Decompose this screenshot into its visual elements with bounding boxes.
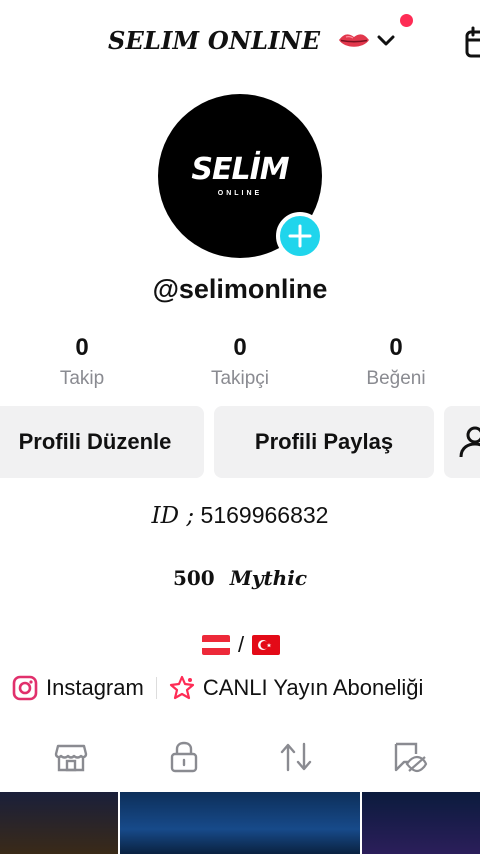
flag-separator: / [238, 632, 245, 657]
lock-icon[interactable] [168, 740, 200, 774]
instagram-link-label: Instagram [46, 675, 144, 700]
plus-icon [288, 224, 312, 248]
bio-id-line: ID ; 5169966832 [0, 502, 480, 529]
edit-profile-button[interactable]: Profili Düzenle [0, 406, 204, 478]
video-thumbnail[interactable] [0, 792, 118, 854]
stat-followers-value: 0 [233, 334, 247, 361]
stat-following-label: Takip [59, 368, 105, 389]
share-profile-label: Profili Paylaş [254, 429, 394, 454]
lips-emoji-icon [339, 34, 369, 47]
profile-handle: @selimonline [152, 274, 328, 304]
austria-flag-icon [202, 635, 230, 655]
stat-likes-label: Beğeni [366, 368, 426, 389]
link-divider [155, 677, 157, 699]
turkey-flag-icon [252, 635, 281, 655]
notification-dot [400, 14, 413, 27]
stat-followers[interactable]: 0 Takipçi [170, 334, 310, 390]
video-grid [0, 792, 480, 854]
avatar-logo-subtext: ONLINE [217, 190, 263, 197]
share-profile-button[interactable]: Profili Paylaş [214, 406, 434, 478]
avatar-logo-text: SELİM [191, 152, 289, 187]
stat-following[interactable]: 0 Takip [12, 334, 152, 390]
video-thumbnail[interactable] [362, 792, 480, 854]
stat-likes-value: 0 [389, 334, 403, 361]
video-thumbnail[interactable] [120, 792, 360, 854]
top-bar: SELIM ONLINE [0, 0, 480, 80]
instagram-icon [12, 675, 38, 701]
bio-mythic-number: 500 [172, 566, 215, 590]
profile-links: Instagram CANLI Yayın Aboneliği [12, 672, 423, 704]
stat-likes[interactable]: 0 Beğeni [326, 334, 466, 390]
add-friend-icon [459, 426, 480, 458]
liked-hidden-icon[interactable] [392, 740, 428, 774]
bio-mythic-line: 500 Mythic [0, 566, 480, 590]
bio-mythic-word: Mythic [229, 566, 308, 590]
edit-profile-label: Profili Düzenle [18, 429, 172, 454]
account-name[interactable]: SELIM ONLINE [108, 26, 320, 55]
stat-following-value: 0 [75, 334, 89, 361]
calendar-add-icon[interactable] [462, 26, 480, 60]
live-subscription-link[interactable]: CANLI Yayın Aboneliği [169, 675, 424, 701]
bio-flags: / [202, 632, 281, 658]
bio-id-value: 5169966832 [200, 502, 329, 528]
chevron-down-icon[interactable] [376, 34, 396, 48]
live-subscription-icon [169, 675, 194, 700]
shop-icon[interactable] [54, 740, 88, 774]
add-story-button[interactable] [276, 212, 324, 260]
profile-tabs [0, 730, 480, 786]
bio-id-label: ID ; [151, 503, 195, 529]
add-friend-button[interactable] [444, 406, 480, 478]
repost-icon[interactable] [278, 740, 314, 774]
instagram-link[interactable]: Instagram [12, 675, 144, 701]
live-subscription-label: CANLI Yayın Aboneliği [202, 675, 424, 700]
stat-followers-label: Takipçi [210, 368, 270, 389]
